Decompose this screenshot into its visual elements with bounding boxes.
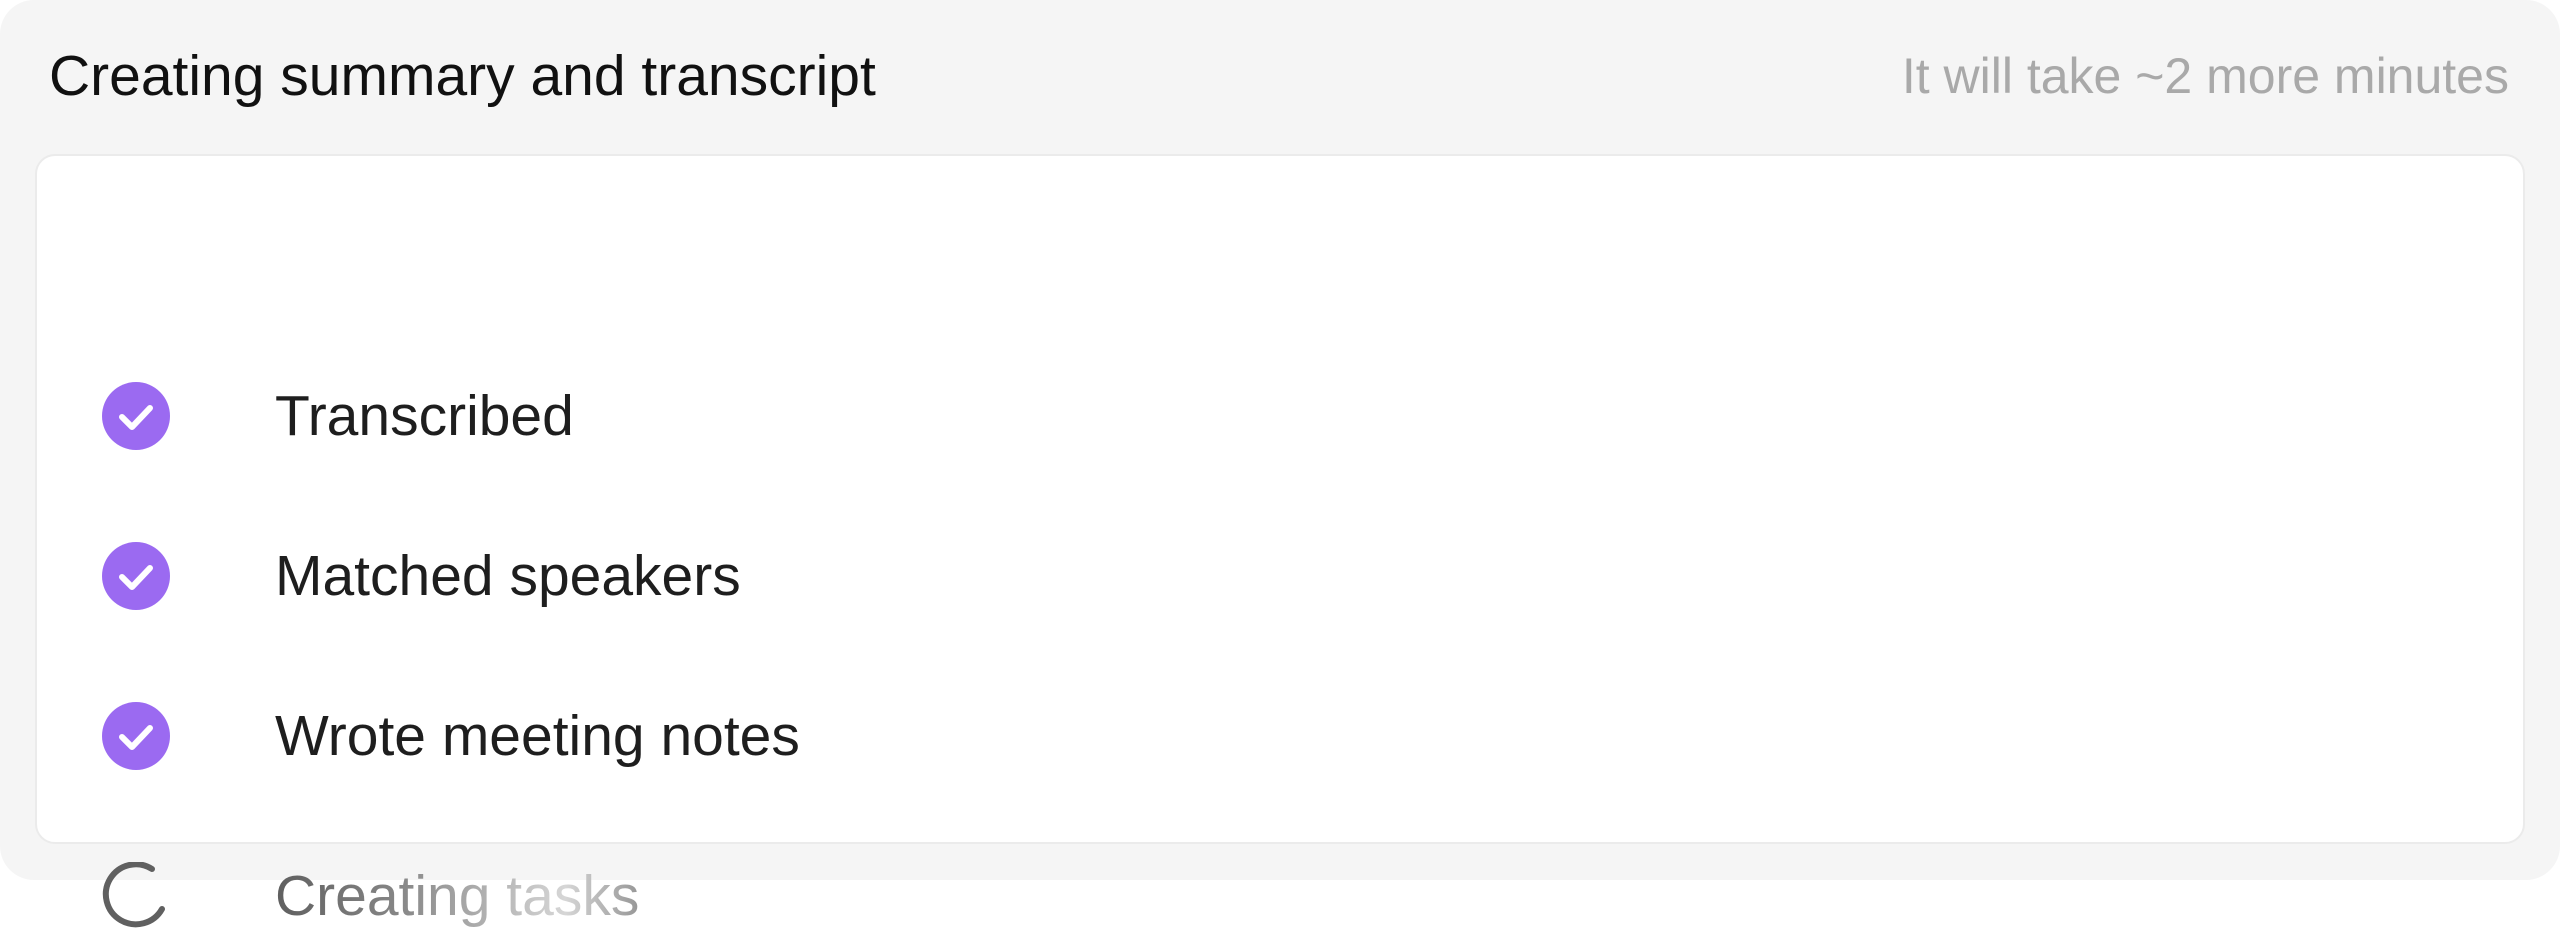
check-circle-icon <box>102 542 170 610</box>
step-wrote-meeting-notes: Wrote meeting notes <box>102 696 1502 776</box>
check-circle-icon <box>102 702 170 770</box>
step-label: Wrote meeting notes <box>275 704 800 768</box>
progress-panel: Creating summary and transcript It will … <box>0 0 2560 928</box>
step-transcribed: Transcribed <box>102 376 1502 456</box>
panel-title: Creating summary and transcript <box>49 44 876 108</box>
step-label: Creating tasks <box>275 856 639 936</box>
step-label: Transcribed <box>275 384 574 448</box>
step-creating-tasks: Creating tasks <box>102 856 1502 936</box>
steps-card: Transcribed Matched speakers Wrote meeti… <box>35 154 2525 928</box>
check-circle-icon <box>102 382 170 450</box>
time-remaining-text: It will take ~2 more minutes <box>1901 48 2509 104</box>
panel-header: Creating summary and transcript It will … <box>0 0 2560 152</box>
step-matched-speakers: Matched speakers <box>102 536 1502 616</box>
step-label: Matched speakers <box>275 544 741 608</box>
spinner-icon <box>102 862 165 928</box>
